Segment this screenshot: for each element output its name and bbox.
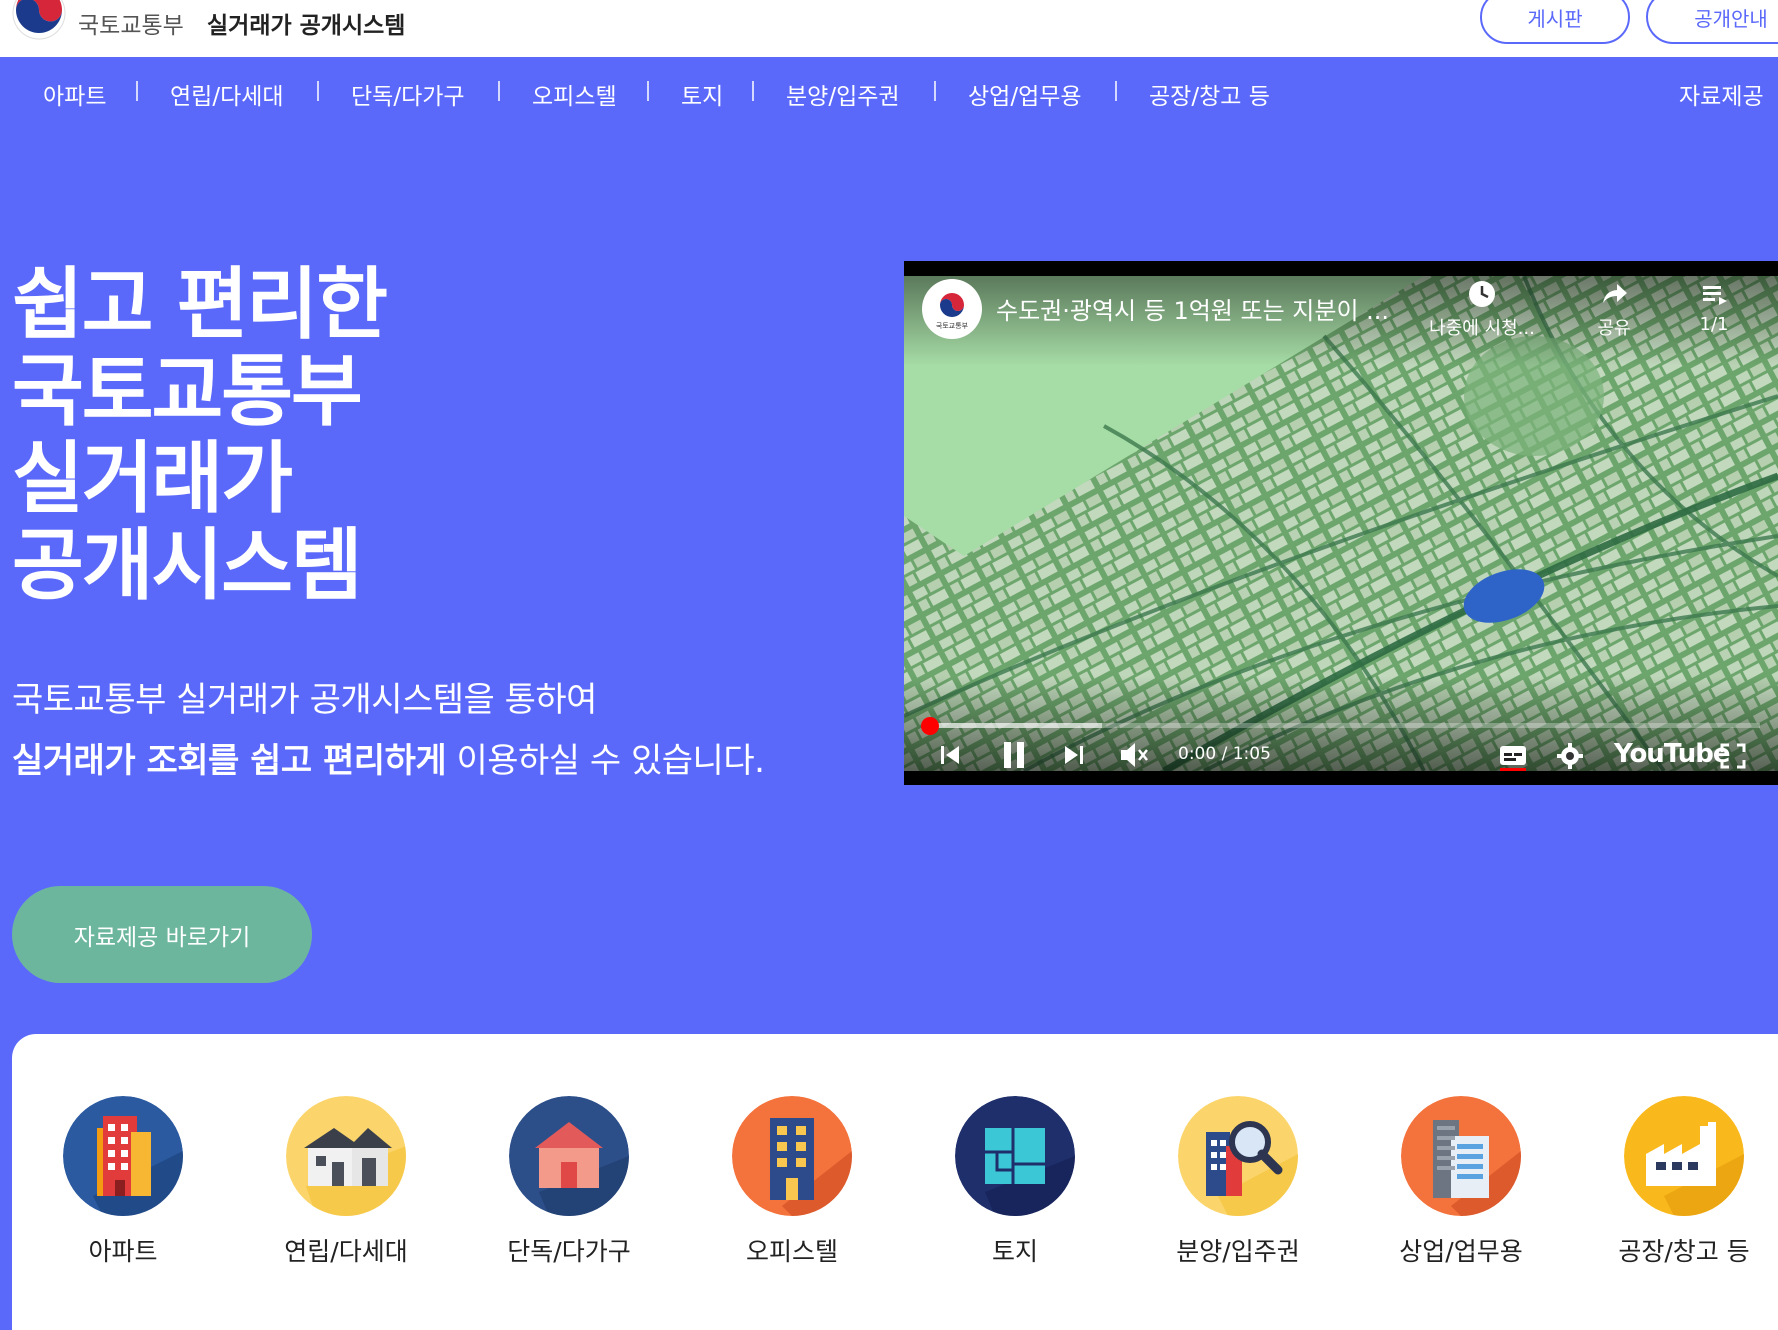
hero-title-line: 국토교통부: [12, 347, 363, 437]
hero-title-line: 쉽고 편리한: [12, 260, 388, 350]
government-logo[interactable]: [12, 0, 66, 40]
row-house-icon: [286, 1096, 406, 1216]
hero-description-rest: 이용하실 수 있습니다.: [446, 741, 765, 781]
video-map-thumbnail[interactable]: [904, 276, 1778, 771]
clock-icon: [1469, 281, 1495, 307]
category-label: 연립/다세대: [284, 1237, 408, 1266]
category-commercial[interactable]: 상업/업무용: [1381, 1096, 1541, 1268]
site-title[interactable]: 실거래가 공개시스템: [207, 6, 405, 40]
data-provision-shortcut-button[interactable]: 자료제공 바로가기: [12, 886, 312, 983]
playlist-button[interactable]: 1/1: [1684, 279, 1744, 335]
fullscreen-icon[interactable]: [1720, 743, 1746, 769]
nav-item-data-provision[interactable]: 자료제공: [1679, 77, 1764, 111]
nav-item-land[interactable]: 토지: [681, 77, 723, 111]
settings-gear-icon[interactable]: [1556, 742, 1584, 770]
next-icon[interactable]: [1062, 743, 1086, 767]
subtitles-icon[interactable]: [1498, 741, 1528, 771]
video-progress-track[interactable]: [921, 717, 1760, 735]
category-presale[interactable]: 분양/입주권: [1158, 1096, 1318, 1268]
youtube-logo[interactable]: YouTube: [1614, 739, 1730, 769]
hero-description-line2: 실거래가 조회를 쉽고 편리하게 이용하실 수 있습니다.: [12, 733, 765, 782]
category-officetel[interactable]: 오피스텔: [712, 1096, 872, 1268]
main-nav: 아파트 연립/다세대 단독/다가구 오피스텔 토지 분양/입주권 상업/업무용 …: [0, 57, 1778, 129]
nav-separator: [498, 81, 500, 101]
nav-item-apartment[interactable]: 아파트: [43, 77, 106, 111]
category-detached-house[interactable]: 단독/다가구: [489, 1096, 649, 1268]
nav-separator: [647, 81, 649, 101]
nav-item-row-house[interactable]: 연립/다세대: [170, 77, 284, 111]
category-row-house[interactable]: 연립/다세대: [266, 1096, 426, 1268]
hero-title: 쉽고 편리한 국토교통부 실거래가 공개시스템: [12, 260, 388, 611]
nav-item-detached[interactable]: 단독/다가구: [351, 77, 465, 111]
category-label: 오피스텔: [745, 1237, 838, 1266]
nav-item-officetel[interactable]: 오피스텔: [532, 77, 617, 111]
share-button[interactable]: 공유: [1584, 279, 1644, 340]
channel-label: 국토교통부: [936, 322, 969, 330]
ministry-name[interactable]: 국토교통부: [78, 6, 184, 40]
nav-separator: [752, 81, 754, 101]
share-icon: [1603, 284, 1627, 303]
video-time: 0:00 / 1:05: [1178, 744, 1271, 764]
category-factory[interactable]: 공장/창고 등: [1604, 1096, 1764, 1268]
officetel-icon: [732, 1096, 852, 1216]
factory-icon: [1624, 1096, 1744, 1216]
category-label: 아파트: [88, 1237, 158, 1266]
nav-separator: [317, 81, 319, 101]
nav-item-commercial[interactable]: 상업/업무용: [968, 77, 1082, 111]
category-label: 분양/입주권: [1176, 1237, 1300, 1266]
share-label: 공유: [1597, 318, 1631, 339]
watch-later-button[interactable]: 나중에 시청...: [1422, 279, 1542, 340]
category-label: 상업/업무용: [1399, 1237, 1523, 1266]
nav-item-presale[interactable]: 분양/입주권: [786, 77, 900, 111]
watch-later-label: 나중에 시청...: [1429, 318, 1535, 339]
category-land[interactable]: 토지: [935, 1096, 1095, 1268]
hero-description-line1: 국토교통부 실거래가 공개시스템을 통하여: [12, 680, 597, 720]
presale-icon: [1178, 1096, 1298, 1216]
category-apartment[interactable]: 아파트: [43, 1096, 203, 1268]
detached-house-icon: [509, 1096, 629, 1216]
category-label: 토지: [991, 1237, 1038, 1266]
commercial-icon: [1401, 1096, 1521, 1216]
category-label: 단독/다가구: [507, 1237, 631, 1266]
nav-separator: [934, 81, 936, 101]
playlist-icon: [1703, 286, 1727, 305]
guide-button[interactable]: 공개안내: [1646, 0, 1778, 44]
pause-icon[interactable]: [1000, 740, 1028, 770]
category-label: 공장/창고 등: [1618, 1237, 1750, 1266]
header: 국토교통부 실거래가 공개시스템 게시판 공개안내: [0, 0, 1778, 57]
hero-title-line: 공개시스템: [12, 521, 363, 611]
youtube-video-player[interactable]: 국토교통부 수도권·광역시 등 1억원 또는 지분이 ... 나중에 시청...…: [904, 261, 1778, 785]
video-title[interactable]: 수도권·광역시 등 1억원 또는 지분이 ...: [996, 291, 1389, 326]
video-buffered-bar: [922, 723, 1102, 728]
apartment-icon: [63, 1096, 183, 1216]
hero-description-bold: 실거래가 조회를 쉽고 편리하게: [12, 741, 447, 781]
playlist-count: 1/1: [1699, 314, 1729, 335]
nav-item-factory[interactable]: 공장/창고 등: [1149, 77, 1270, 111]
nav-separator: [1115, 81, 1117, 101]
hero-title-line: 실거래가: [12, 434, 293, 524]
previous-icon[interactable]: [938, 743, 962, 767]
land-icon: [955, 1096, 1075, 1216]
nav-separator: [136, 81, 138, 101]
channel-avatar[interactable]: 국토교통부: [922, 279, 982, 339]
board-button[interactable]: 게시판: [1480, 0, 1630, 44]
government-logo-icon: 국토교통부: [936, 293, 969, 330]
mute-icon[interactable]: [1118, 740, 1150, 770]
